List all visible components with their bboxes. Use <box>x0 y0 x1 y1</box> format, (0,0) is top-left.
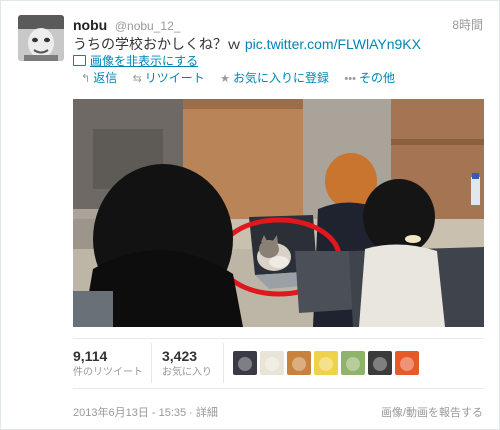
divider <box>151 343 152 383</box>
classroom-photo <box>73 99 484 327</box>
tweet-actions: ↰ 返信 ⇆ リツイート ★ お気に入りに登録 ••• その他 <box>81 71 407 86</box>
retweet-icon: ⇆ <box>132 73 142 85</box>
retweet-label: リツイート <box>144 71 205 85</box>
tweet-media-link[interactable]: pic.twitter.com/FLWlAYn9KX <box>245 36 421 52</box>
favorite-count-value: 3,423 <box>162 348 198 364</box>
avatar-icon[interactable] <box>395 351 419 375</box>
divider <box>223 343 224 383</box>
avatar-icon[interactable] <box>260 351 284 375</box>
timestamp[interactable]: 8時間 <box>452 16 483 34</box>
avatar-icon[interactable] <box>368 351 392 375</box>
avatar-face <box>265 357 279 371</box>
display-name[interactable]: nobu <box>73 17 107 33</box>
avatar-icon[interactable] <box>314 351 338 375</box>
divider <box>73 388 484 389</box>
retweet-count-label: 件のリツイート <box>73 367 143 378</box>
tweet-header: nobu @nobu_12_ 8時間 <box>73 16 489 34</box>
hide-media-link[interactable]: 画像を非表示にする <box>73 54 198 68</box>
tweet-card: nobu @nobu_12_ 8時間 うちの学校おかしくね？ｗ pic.twit… <box>0 0 500 430</box>
avatar-face <box>373 357 387 371</box>
avatar-image <box>18 15 64 61</box>
report-media-link[interactable]: 画像/動画を報告する <box>381 404 483 420</box>
retweet-count-value: 9,114 <box>73 348 108 364</box>
star-icon: ★ <box>220 73 231 85</box>
avatar[interactable] <box>18 15 64 61</box>
avatar-face <box>238 357 252 371</box>
avatar-icon[interactable] <box>287 351 311 375</box>
tweet-photo[interactable] <box>73 99 484 327</box>
tweet-text: うちの学校おかしくね？ｗ pic.twitter.com/FLWlAYn9KX <box>73 34 421 54</box>
avatar-face <box>292 357 306 371</box>
tweet-date[interactable]: 2013年6月13日 - 15:35 · 詳細 <box>73 404 218 420</box>
reply-icon: ↰ <box>81 73 91 85</box>
avatar-icon[interactable] <box>341 351 365 375</box>
reply-label: 返信 <box>93 71 118 85</box>
reply-button[interactable]: ↰ 返信 <box>81 71 117 85</box>
retweet-button[interactable]: ⇆ リツイート <box>133 71 205 85</box>
avatar-face <box>400 357 414 371</box>
more-label: その他 <box>358 71 395 85</box>
avatar-icon[interactable] <box>233 351 257 375</box>
favorite-count[interactable]: 3,423 お気に入り <box>162 348 212 380</box>
avatar-face <box>346 357 360 371</box>
hide-media-label: 画像を非表示にする <box>90 54 199 68</box>
more-button[interactable]: ••• その他 <box>344 71 395 85</box>
favorite-button[interactable]: ★ お気に入りに登録 <box>220 71 329 85</box>
favorite-label: お気に入りに登録 <box>233 71 330 85</box>
user-handle[interactable]: @nobu_12_ <box>115 19 181 33</box>
divider <box>73 338 484 339</box>
favorite-count-label: お気に入り <box>162 367 212 378</box>
picture-icon <box>73 55 86 66</box>
tweet-body: うちの学校おかしくね？ｗ <box>73 36 245 52</box>
retweet-count[interactable]: 9,114 件のリツイート <box>73 348 143 380</box>
avatar-face <box>319 357 333 371</box>
dots-icon: ••• <box>344 73 356 85</box>
